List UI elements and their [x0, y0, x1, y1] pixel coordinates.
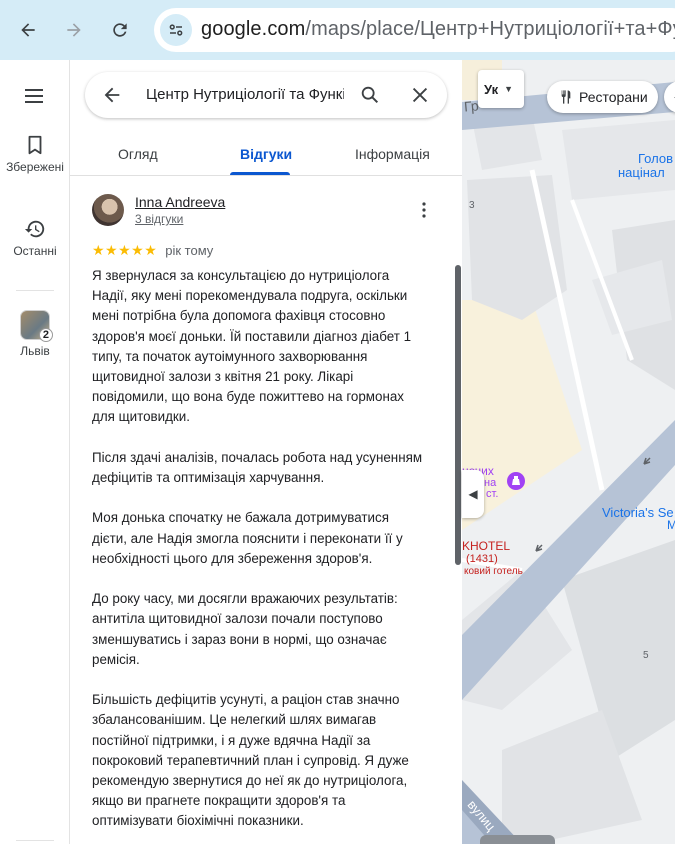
map-building-number: 5 [643, 650, 649, 661]
restaurants-chip-label: Ресторани [579, 89, 648, 105]
rail-item-recent[interactable]: Останні [0, 218, 70, 258]
avatar[interactable] [92, 194, 124, 226]
back-button[interactable] [11, 13, 45, 47]
layer-language-label: Ук [484, 81, 499, 97]
history-icon [24, 220, 45, 238]
map-place-label[interactable]: Victoria's Se [602, 505, 674, 520]
star-rating-icon: ★★★★★ [92, 242, 158, 258]
author-review-count[interactable]: 3 відгуки [135, 212, 183, 226]
layer-language-chip[interactable]: Ук ▼ [478, 70, 524, 108]
left-rail: Збережені Останні 2 Львів [0, 60, 70, 844]
map-street-label: Гр [463, 97, 480, 115]
map-hotel-label: (1431) [466, 553, 498, 565]
place-tabs: Огляд Відгуки Інформація [70, 136, 462, 176]
restaurant-icon [561, 90, 571, 104]
close-icon[interactable] [409, 84, 431, 106]
search-icon[interactable] [359, 84, 381, 106]
rail-item-lviv[interactable]: 2 Львів [0, 310, 70, 358]
menu-icon[interactable] [22, 84, 46, 108]
url-path: /maps/place/Центр+Нутриціології+та+Функ [305, 18, 675, 40]
panel-scrollbar[interactable] [455, 265, 461, 565]
arrow-left-icon [21, 23, 35, 37]
review-text: Я звернулася за консультацією до нутриці… [92, 266, 437, 844]
active-tab-indicator [230, 172, 290, 175]
map-canvas[interactable]: Гр Голов націнал 3 нечих на ст. Victoria… [462, 60, 675, 844]
review-paragraph: Після здачі аналізів, почалась робота на… [92, 449, 423, 486]
rail-item-saved[interactable]: Збережені [0, 134, 70, 175]
collapse-panel-button[interactable]: ◀ [462, 470, 484, 518]
address-url: google.com/maps/place/Центр+Нутриціологі… [201, 18, 675, 41]
back-arrow-icon[interactable] [101, 84, 123, 106]
forward-button[interactable] [57, 13, 91, 47]
review-time: рік тому [165, 243, 214, 258]
map-building-number: 3 [469, 200, 475, 211]
search-input[interactable]: Центр Нутриціології та Функі [146, 86, 344, 103]
more-options-icon[interactable] [416, 200, 432, 220]
rail-divider [16, 290, 54, 291]
review-author[interactable]: Inna Andreeva [135, 194, 225, 210]
tab-overview[interactable]: Огляд [118, 146, 158, 162]
rail-item-label: Збережені [6, 160, 64, 174]
review-paragraph: Більшість дефіцитів усунуті, а раціон ст… [92, 692, 409, 829]
review-rating: ★★★★★ рік тому [92, 242, 213, 259]
tab-reviews[interactable]: Відгуки [240, 146, 292, 162]
url-host: google.com [201, 18, 306, 40]
chevron-left-icon: ◀ [468, 487, 478, 501]
bookmark-icon [28, 135, 42, 155]
review-paragraph: Я звернулася за консультацією до нутриці… [92, 268, 412, 425]
map-place-label[interactable]: Голов [638, 151, 673, 166]
restaurants-chip[interactable]: Ресторани [547, 81, 658, 113]
recent-count-badge: 2 [38, 328, 53, 342]
browser-toolbar: google.com/maps/place/Центр+Нутриціологі… [0, 0, 675, 60]
map-place-label: M [667, 518, 675, 532]
reload-icon [113, 23, 127, 37]
reload-button[interactable] [103, 13, 137, 47]
rail-item-label: Останні [13, 244, 57, 258]
lviv-thumbnail: 2 [20, 310, 53, 342]
map-poi-label: ст. [486, 488, 499, 500]
arrow-right-icon [67, 23, 81, 37]
tab-about[interactable]: Інформація [355, 146, 430, 162]
map-hotel-label[interactable]: KHOTEL [462, 539, 510, 553]
rail-divider-bottom [16, 840, 54, 841]
site-settings-icon[interactable] [160, 14, 192, 46]
address-bar[interactable]: google.com/maps/place/Центр+Нутриціологі… [154, 8, 675, 52]
rail-item-label: Львів [20, 344, 50, 358]
chevron-down-icon: ▼ [504, 84, 514, 94]
search-box[interactable]: Центр Нутриціології та Функі [85, 72, 447, 118]
review-paragraph: Моя донька спочатку не бажала дотримуват… [92, 510, 403, 566]
map-place-label[interactable]: націнал [618, 165, 665, 180]
place-panel: Центр Нутриціології та Функі Огляд Відгу… [70, 60, 462, 844]
review-paragraph: До року часу, ми досягли вражаючих резул… [92, 591, 398, 667]
map-hotel-label: ковий готель [464, 566, 523, 577]
